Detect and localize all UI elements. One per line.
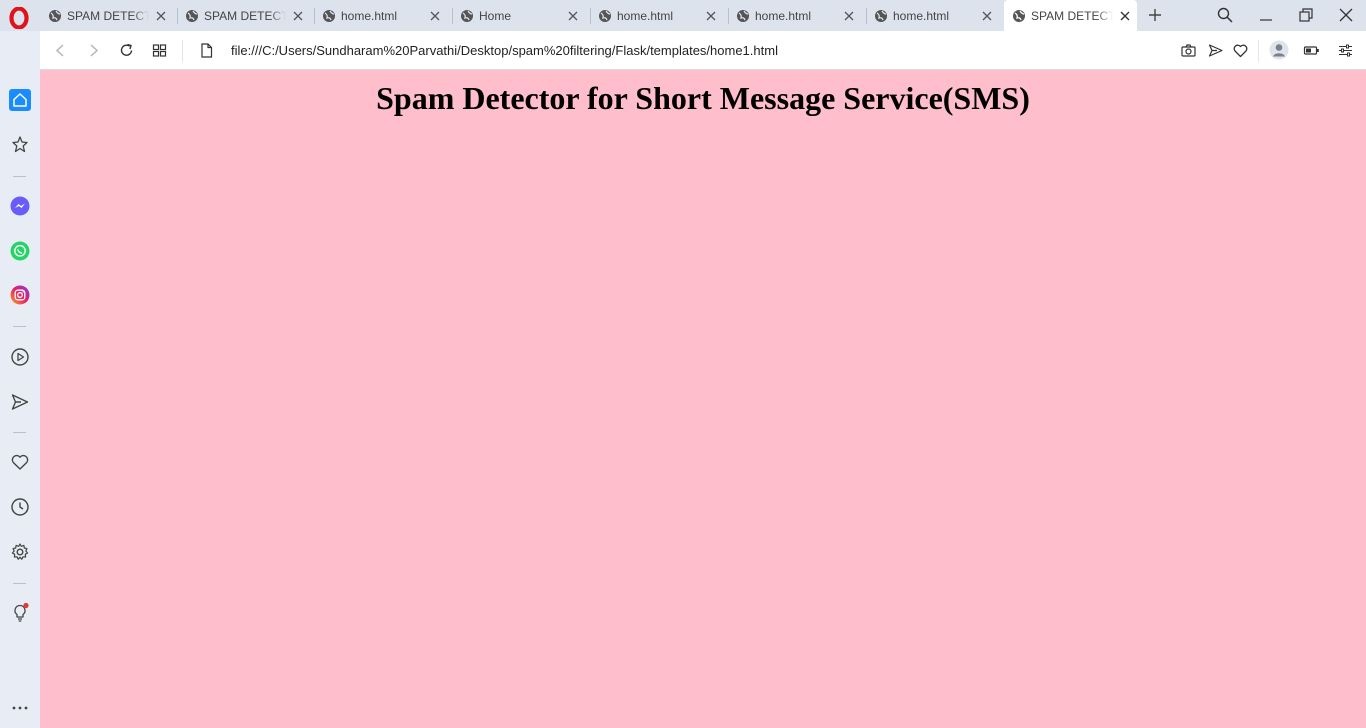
tab-title: home.html: [893, 9, 950, 23]
forward-icon[interactable]: [85, 42, 102, 59]
tab-title: SPAM DETECTION: [204, 9, 286, 23]
send-icon[interactable]: [1207, 42, 1224, 59]
close-window-icon[interactable]: [1337, 6, 1355, 24]
my-flow-icon[interactable]: [10, 392, 30, 412]
tab-strip: SPAM DETECTION SPAM DETECTION home.html …: [0, 0, 1366, 31]
address-bar: file:///C:/Users/Sundharam%20Parvathi/De…: [40, 31, 1366, 70]
pinboards-icon[interactable]: [10, 135, 30, 155]
close-icon[interactable]: [292, 10, 304, 22]
close-icon[interactable]: [843, 10, 855, 22]
minimize-icon[interactable]: [1257, 6, 1275, 24]
settings-gear-icon[interactable]: [10, 542, 30, 562]
tab-grid-icon[interactable]: [151, 42, 168, 59]
address-separator: [1258, 40, 1259, 62]
globe-icon: [599, 10, 611, 22]
whatsapp-icon[interactable]: [10, 241, 30, 261]
sidebar-separator: [13, 326, 26, 327]
sidebar-separator: [13, 176, 26, 177]
tab-3[interactable]: home.html: [314, 4, 447, 28]
opera-menu-icon[interactable]: [8, 7, 30, 29]
tab-8-active[interactable]: SPAM DETECTION: [1004, 0, 1137, 31]
camera-icon[interactable]: [1180, 42, 1197, 59]
close-icon[interactable]: [1119, 10, 1131, 22]
tab-1[interactable]: SPAM DETECTION: [40, 4, 173, 28]
lightbulb-icon[interactable]: [10, 603, 30, 623]
file-icon[interactable]: [198, 42, 215, 59]
globe-icon: [737, 10, 749, 22]
new-tab-icon[interactable]: [1146, 6, 1164, 24]
url-field[interactable]: file:///C:/Users/Sundharam%20Parvathi/De…: [231, 43, 778, 58]
globe-icon: [49, 10, 61, 22]
tab-2[interactable]: SPAM DETECTION: [177, 4, 310, 28]
search-tabs-icon[interactable]: [1216, 6, 1234, 24]
more-icon[interactable]: [10, 698, 30, 718]
close-icon[interactable]: [155, 10, 167, 22]
tab-title: Home: [479, 9, 512, 23]
tab-5[interactable]: home.html: [590, 4, 723, 28]
tab-7[interactable]: home.html: [866, 4, 999, 28]
tab-title: home.html: [755, 9, 812, 23]
close-icon[interactable]: [429, 10, 441, 22]
page-content: Spam Detector for Short Message Service(…: [40, 70, 1366, 728]
globe-icon: [186, 10, 198, 22]
globe-icon: [875, 10, 887, 22]
sidebar: [0, 70, 40, 728]
globe-icon: [323, 10, 335, 22]
address-separator: [182, 40, 183, 62]
messenger-icon[interactable]: [10, 196, 30, 216]
tab-4[interactable]: Home: [452, 4, 585, 28]
sidebar-separator: [13, 432, 26, 433]
sidebar-separator: [13, 583, 26, 584]
close-icon[interactable]: [567, 10, 579, 22]
reload-icon[interactable]: [118, 42, 135, 59]
tab-title: SPAM DETECTION: [1031, 8, 1113, 23]
profile-avatar-icon[interactable]: [1269, 40, 1289, 60]
easy-setup-icon[interactable]: [1337, 42, 1354, 59]
globe-icon: [1013, 9, 1025, 22]
battery-saver-icon[interactable]: [1303, 42, 1320, 59]
tab-title: home.html: [341, 9, 398, 23]
globe-icon: [461, 10, 473, 22]
tab-6[interactable]: home.html: [728, 4, 861, 28]
close-icon[interactable]: [705, 10, 717, 22]
close-icon[interactable]: [981, 10, 993, 22]
heart-icon[interactable]: [1232, 42, 1249, 59]
tab-title: SPAM DETECTION: [67, 9, 149, 23]
restore-icon[interactable]: [1297, 6, 1315, 24]
player-icon[interactable]: [10, 347, 30, 367]
tab-title: home.html: [617, 9, 674, 23]
back-icon[interactable]: [52, 42, 69, 59]
bookmarks-heart-icon[interactable]: [10, 452, 30, 472]
instagram-icon[interactable]: [10, 285, 30, 305]
speed-dial-home-icon[interactable]: [9, 89, 31, 111]
history-clock-icon[interactable]: [10, 497, 30, 517]
page-title: Spam Detector for Short Message Service(…: [376, 80, 1030, 116]
